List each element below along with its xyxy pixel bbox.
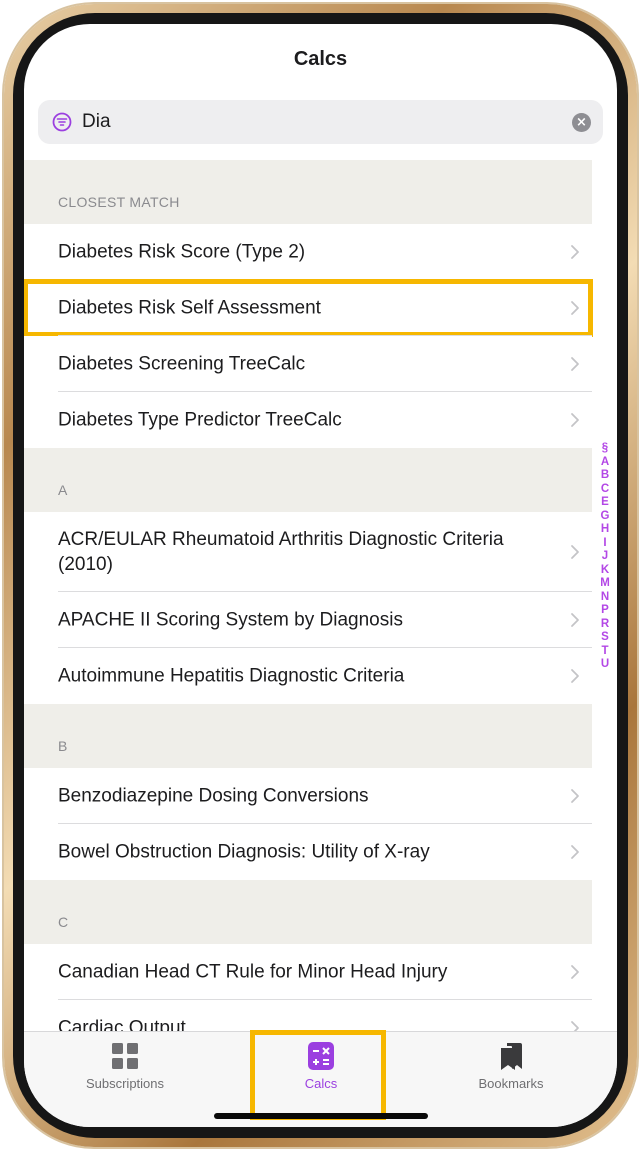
index-letter[interactable]: T [601, 645, 608, 659]
chevron-right-icon [570, 964, 580, 980]
calc-list: CLOSEST MATCH Diabetes Risk Score (Type 2… [24, 160, 593, 1056]
list-item[interactable]: Benzodiazepine Dosing Conversions [24, 768, 592, 824]
index-letter[interactable]: R [601, 618, 609, 632]
chevron-right-icon [570, 844, 580, 860]
list-item[interactable]: Diabetes Screening TreeCalc [24, 336, 592, 392]
index-letter[interactable]: B [601, 469, 609, 483]
index-letter[interactable]: K [601, 564, 609, 578]
chevron-right-icon [570, 668, 580, 684]
tab-label-subscriptions: Subscriptions [85, 1076, 165, 1091]
bookmarks-icon [501, 1043, 522, 1070]
section-header-label: CLOSEST MATCH [58, 194, 180, 210]
list-item[interactable]: Diabetes Risk Score (Type 2) [24, 224, 592, 280]
list-item[interactable]: Canadian Head CT Rule for Minor Head Inj… [24, 944, 592, 1000]
index-letter[interactable]: M [600, 577, 610, 591]
tab-label-bookmarks: Bookmarks [478, 1076, 544, 1091]
index-letter[interactable]: P [601, 604, 609, 618]
index-letter[interactable]: C [601, 483, 609, 497]
chevron-right-icon [570, 300, 580, 316]
chevron-right-icon [570, 244, 580, 260]
list-item[interactable]: Diabetes Risk Self Assessment [24, 279, 593, 337]
list-item-label: Diabetes Type Predictor TreeCalc [58, 409, 342, 431]
section-header: A [24, 470, 592, 512]
list-item-label: Diabetes Risk Score (Type 2) [58, 241, 306, 263]
section-header-label: C [58, 914, 69, 930]
tab-label-calcs: Calcs [304, 1076, 338, 1091]
list-item[interactable]: Diabetes Type Predictor TreeCalc [24, 392, 592, 448]
list-item-label: APACHE II Scoring System by Diagnosis [58, 609, 403, 631]
section-header-label: B [58, 738, 68, 754]
index-letter[interactable]: J [602, 550, 608, 564]
home-indicator [214, 1113, 428, 1119]
filter-icon[interactable] [52, 112, 72, 132]
section-index[interactable]: § A B C E G H I J K M N P R S T U [595, 442, 615, 672]
list-item[interactable]: Bowel Obstruction Diagnosis: Utility of … [24, 824, 592, 880]
tab-bookmarks[interactable]: Bookmarks [446, 1042, 576, 1091]
section-header-label: A [58, 482, 68, 498]
index-letter[interactable]: U [601, 658, 609, 672]
index-letter[interactable]: § [602, 442, 608, 456]
list-item-label: Diabetes Screening TreeCalc [58, 353, 306, 375]
index-letter[interactable]: G [601, 510, 610, 524]
section-gap [24, 448, 592, 470]
tab-bar: Subscriptions Calcs Bookmarks [24, 1030, 617, 1127]
section-gap [24, 704, 592, 726]
section-header: CLOSEST MATCH [24, 160, 592, 224]
index-letter[interactable]: S [601, 631, 609, 645]
chevron-right-icon [570, 544, 580, 560]
list-item-label: Autoimmune Hepatitis Diagnostic Criteria [58, 665, 405, 687]
search-input[interactable]: Dia [82, 111, 111, 133]
tab-subscriptions[interactable]: Subscriptions [60, 1042, 190, 1091]
list-item-label: Canadian Head CT Rule for Minor Head Inj… [58, 961, 448, 983]
section-header: B [24, 726, 592, 768]
list-item-label: ACR/EULAR Rheumatoid Arthritis Diagnosti… [58, 529, 504, 575]
index-letter[interactable]: A [601, 456, 609, 470]
chevron-right-icon [570, 412, 580, 428]
list-item-label: Bowel Obstruction Diagnosis: Utility of … [58, 841, 430, 863]
section-gap [24, 880, 592, 902]
tab-calcs[interactable]: Calcs [256, 1042, 386, 1091]
chevron-right-icon [570, 612, 580, 628]
list-item[interactable]: ACR/EULAR Rheumatoid Arthritis Diagnosti… [24, 512, 592, 592]
list-item[interactable]: APACHE II Scoring System by Diagnosis [24, 592, 592, 648]
index-letter[interactable]: I [603, 537, 606, 551]
grid-icon [112, 1043, 138, 1069]
calculator-icon [308, 1042, 334, 1070]
index-letter[interactable]: E [601, 496, 609, 510]
clear-icon[interactable]: × [572, 113, 591, 132]
list-item[interactable]: Autoimmune Hepatitis Diagnostic Criteria [24, 648, 592, 704]
page-title: Calcs [293, 48, 348, 70]
index-letter[interactable]: N [601, 591, 609, 605]
list-item-label: Benzodiazepine Dosing Conversions [58, 785, 369, 807]
chevron-right-icon [570, 356, 580, 372]
search-bar[interactable]: Dia × [38, 100, 603, 144]
list-item-label: Diabetes Risk Self Assessment [58, 297, 321, 319]
chevron-right-icon [570, 788, 580, 804]
index-letter[interactable]: H [601, 523, 609, 537]
app-screen: Calcs Dia × CLOSEST MATCH Diabetes Risk S… [24, 24, 617, 1127]
section-header: C [24, 902, 592, 944]
